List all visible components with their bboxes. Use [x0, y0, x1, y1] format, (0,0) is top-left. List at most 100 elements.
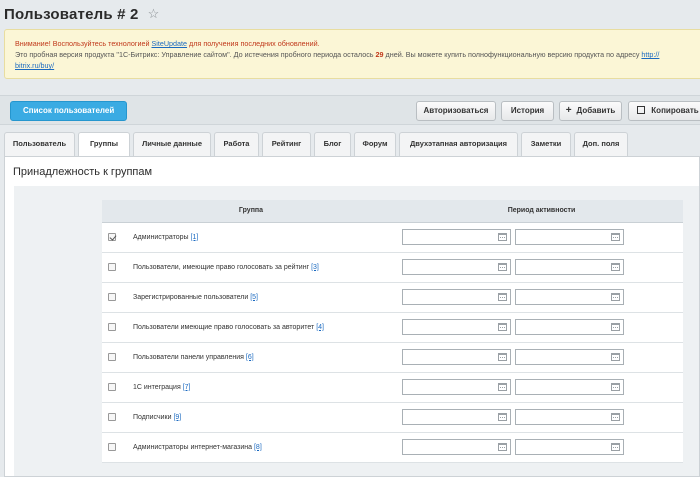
- group-id-link[interactable]: [1]: [191, 234, 199, 241]
- tab-work[interactable]: Работа: [214, 132, 259, 156]
- col-period-header: Период активности: [400, 200, 683, 223]
- calendar-icon[interactable]: [611, 323, 620, 331]
- tab-rating[interactable]: Рейтинг: [262, 132, 311, 156]
- copy-icon: [637, 106, 646, 114]
- authorize-button[interactable]: Авторизоваться: [416, 101, 496, 121]
- group-id-link[interactable]: [9]: [173, 414, 181, 421]
- group-name: Пользователи имеющие право голосовать за…: [133, 323, 324, 331]
- table-row: Пользователи, имеющие право голосовать з…: [102, 252, 683, 283]
- group-id-link[interactable]: [5]: [250, 294, 258, 301]
- copy-button[interactable]: Копировать: [628, 101, 700, 121]
- page-title: Пользователь # 2: [4, 5, 139, 23]
- date-from-input[interactable]: [402, 259, 511, 275]
- calendar-icon[interactable]: [498, 293, 507, 301]
- group-name: 1С интеграция [7]: [133, 383, 191, 391]
- tab-forum[interactable]: Форум: [354, 132, 396, 156]
- tab-extra-fields[interactable]: Доп. поля: [574, 132, 628, 156]
- group-cell: Подписчики [9]: [102, 402, 400, 433]
- trial-text: Это пробная версия продукта "1С-Битрикс:…: [15, 50, 660, 70]
- date-from-input[interactable]: [402, 319, 511, 335]
- siteupdate-link[interactable]: SiteUpdate: [151, 39, 187, 48]
- group-checkbox[interactable]: [108, 413, 116, 421]
- group-name: Пользователи панели управления [6]: [133, 353, 254, 361]
- calendar-icon[interactable]: [498, 323, 507, 331]
- calendar-icon[interactable]: [611, 353, 620, 361]
- calendar-icon[interactable]: [498, 233, 507, 241]
- group-cell: Зарегистрированные пользователи [5]: [102, 282, 400, 313]
- tab-blog[interactable]: Блог: [314, 132, 351, 156]
- buy-link[interactable]: http://: [641, 50, 659, 59]
- date-from-input[interactable]: [402, 349, 511, 365]
- date-from-input[interactable]: [402, 379, 511, 395]
- trial-days: 29: [375, 50, 384, 59]
- group-name: Администраторы [1]: [133, 233, 199, 241]
- update-warning: Внимание! Воспользуйтесь технологией Sit…: [15, 39, 320, 48]
- calendar-icon[interactable]: [611, 383, 620, 391]
- date-to-input[interactable]: [515, 379, 624, 395]
- date-to-input[interactable]: [515, 289, 624, 305]
- date-to-input[interactable]: [515, 319, 624, 335]
- group-checkbox[interactable]: [108, 383, 116, 391]
- group-checkbox[interactable]: [108, 323, 116, 331]
- calendar-icon[interactable]: [611, 443, 620, 451]
- group-id-link[interactable]: [7]: [183, 384, 191, 391]
- table-header: Группа Период активности: [102, 200, 683, 223]
- group-checkbox[interactable]: [108, 263, 116, 271]
- date-to-input[interactable]: [515, 409, 624, 425]
- tab-user[interactable]: Пользователь: [4, 132, 75, 156]
- star-icon[interactable]: ☆: [148, 6, 160, 22]
- add-button[interactable]: + Добавить: [559, 101, 622, 121]
- calendar-icon[interactable]: [498, 353, 507, 361]
- date-to-input[interactable]: [515, 439, 624, 455]
- title-row: Пользователь # 2 ☆: [4, 0, 159, 28]
- calendar-icon[interactable]: [498, 443, 507, 451]
- period-cell: [400, 342, 683, 373]
- period-cell: [400, 252, 683, 283]
- calendar-icon[interactable]: [611, 293, 620, 301]
- group-cell: Пользователи, имеющие право голосовать з…: [102, 252, 400, 283]
- date-to-input[interactable]: [515, 229, 624, 245]
- group-cell: Пользователи панели управления [6]: [102, 342, 400, 373]
- group-id-link[interactable]: [6]: [246, 354, 254, 361]
- period-cell: [400, 282, 683, 313]
- date-from-input[interactable]: [402, 439, 511, 455]
- table-row: 1С интеграция [7]: [102, 372, 683, 403]
- user-list-button[interactable]: Список пользователей: [10, 101, 128, 121]
- calendar-icon[interactable]: [498, 383, 507, 391]
- trial-notice: Внимание! Воспользуйтесь технологией Sit…: [4, 29, 700, 79]
- date-from-input[interactable]: [402, 229, 511, 245]
- group-cell: Пользователи имеющие право голосовать за…: [102, 312, 400, 343]
- group-cell: Администраторы интернет-магазина [8]: [102, 432, 400, 463]
- period-cell: [400, 222, 683, 253]
- period-cell: [400, 312, 683, 343]
- group-id-link[interactable]: [3]: [311, 264, 319, 271]
- date-to-input[interactable]: [515, 349, 624, 365]
- group-id-link[interactable]: [4]: [316, 324, 324, 331]
- table-row: Пользователи имеющие право голосовать за…: [102, 312, 683, 343]
- tab-groups[interactable]: Группы: [78, 132, 130, 157]
- tab-notes[interactable]: Заметки: [521, 132, 571, 156]
- group-id-link[interactable]: [8]: [254, 444, 262, 451]
- history-button[interactable]: История: [501, 101, 554, 121]
- plus-icon: +: [565, 105, 572, 116]
- date-from-input[interactable]: [402, 409, 511, 425]
- date-to-input[interactable]: [515, 259, 624, 275]
- group-name: Администраторы интернет-магазина [8]: [133, 443, 262, 451]
- group-name: Зарегистрированные пользователи [5]: [133, 293, 258, 301]
- calendar-icon[interactable]: [611, 413, 620, 421]
- calendar-icon[interactable]: [498, 263, 507, 271]
- tab-twofactor[interactable]: Двухэтапная авторизация: [399, 132, 518, 156]
- group-checkbox[interactable]: [108, 293, 116, 301]
- tab-personal[interactable]: Личные данные: [133, 132, 211, 156]
- group-cell: Администраторы [1]: [102, 222, 400, 253]
- period-cell: [400, 402, 683, 433]
- calendar-icon[interactable]: [611, 233, 620, 241]
- period-cell: [400, 372, 683, 403]
- group-checkbox[interactable]: [108, 443, 116, 451]
- group-checkbox[interactable]: [108, 233, 116, 241]
- buy-link-cont[interactable]: bitrix.ru/buy/: [15, 61, 54, 70]
- date-from-input[interactable]: [402, 289, 511, 305]
- calendar-icon[interactable]: [611, 263, 620, 271]
- calendar-icon[interactable]: [498, 413, 507, 421]
- group-checkbox[interactable]: [108, 353, 116, 361]
